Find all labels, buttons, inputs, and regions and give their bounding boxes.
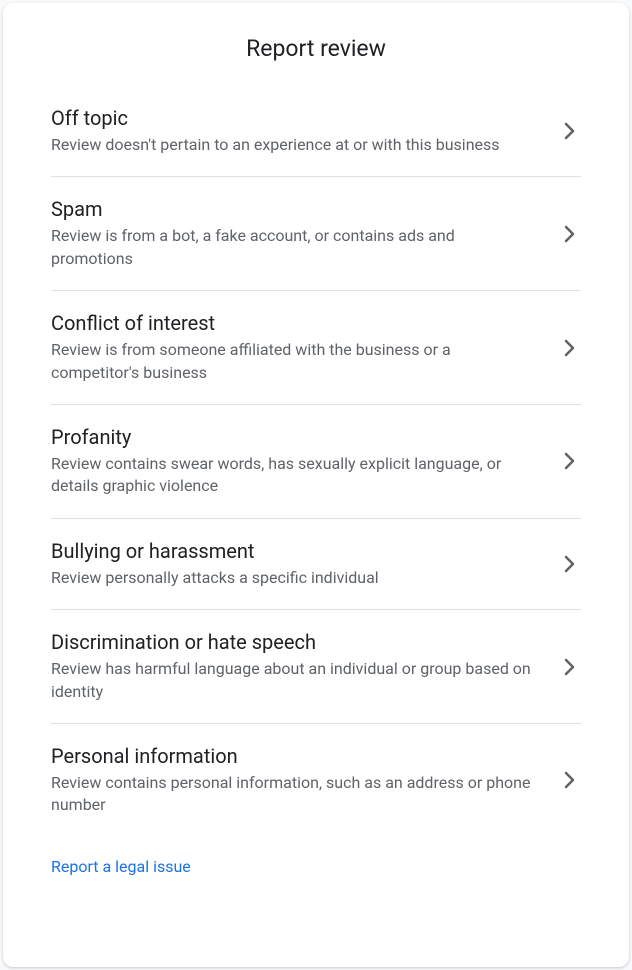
option-spam[interactable]: Spam Review is from a bot, a fake accoun… (51, 177, 581, 291)
option-text: Personal information Review contains per… (51, 744, 557, 817)
option-description: Review contains personal information, su… (51, 772, 533, 817)
option-off-topic[interactable]: Off topic Review doesn't pertain to an e… (51, 86, 581, 177)
option-profanity[interactable]: Profanity Review contains swear words, h… (51, 405, 581, 519)
option-description: Review has harmful language about an ind… (51, 658, 533, 703)
option-text: Spam Review is from a bot, a fake accoun… (51, 197, 557, 270)
option-title: Discrimination or hate speech (51, 630, 533, 654)
report-options-list: Off topic Review doesn't pertain to an e… (3, 86, 629, 837)
report-review-card: Report review Off topic Review doesn't p… (3, 3, 629, 967)
option-description: Review is from someone affiliated with t… (51, 339, 533, 384)
report-legal-issue-link[interactable]: Report a legal issue (3, 837, 629, 908)
dialog-header: Report review (3, 3, 629, 86)
chevron-right-icon (557, 119, 581, 143)
option-title: Off topic (51, 106, 533, 130)
option-conflict-of-interest[interactable]: Conflict of interest Review is from some… (51, 291, 581, 405)
option-personal-information[interactable]: Personal information Review contains per… (51, 724, 581, 837)
option-title: Conflict of interest (51, 311, 533, 335)
option-title: Spam (51, 197, 533, 221)
option-text: Discrimination or hate speech Review has… (51, 630, 557, 703)
chevron-right-icon (557, 552, 581, 576)
option-title: Bullying or harassment (51, 539, 533, 563)
option-text: Conflict of interest Review is from some… (51, 311, 557, 384)
option-description: Review doesn't pertain to an experience … (51, 134, 533, 156)
option-description: Review contains swear words, has sexuall… (51, 453, 533, 498)
option-text: Profanity Review contains swear words, h… (51, 425, 557, 498)
option-title: Personal information (51, 744, 533, 768)
chevron-right-icon (557, 768, 581, 792)
option-description: Review personally attacks a specific ind… (51, 567, 533, 589)
option-text: Off topic Review doesn't pertain to an e… (51, 106, 557, 156)
option-title: Profanity (51, 425, 533, 449)
option-discrimination-hate-speech[interactable]: Discrimination or hate speech Review has… (51, 610, 581, 724)
option-description: Review is from a bot, a fake account, or… (51, 225, 533, 270)
chevron-right-icon (557, 655, 581, 679)
chevron-right-icon (557, 449, 581, 473)
dialog-title: Report review (27, 35, 605, 62)
option-bullying-harassment[interactable]: Bullying or harassment Review personally… (51, 519, 581, 610)
chevron-right-icon (557, 336, 581, 360)
option-text: Bullying or harassment Review personally… (51, 539, 557, 589)
chevron-right-icon (557, 222, 581, 246)
